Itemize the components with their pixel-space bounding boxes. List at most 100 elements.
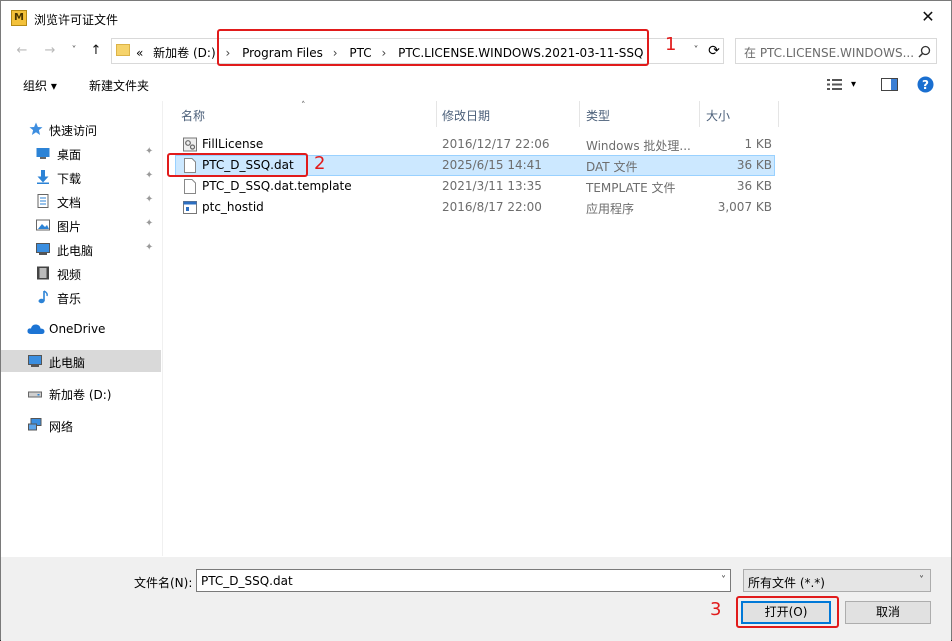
pin-icon: ✦ [145,194,154,205]
view-options-icon[interactable] [827,78,843,91]
pin-icon: ✦ [145,170,154,181]
sidebar-item-videos[interactable]: 视频 [1,262,161,284]
column-divider[interactable] [699,101,700,127]
cancel-button[interactable]: 取消 [845,601,931,624]
folder-icon [116,44,130,56]
sidebar-item-this-pc[interactable]: 此电脑 [1,350,161,372]
annotation-number-3: 3 [710,599,722,620]
network-icon [28,418,42,431]
file-size: 3,007 KB [717,200,772,214]
sidebar-item-documents[interactable]: 文档 ✦ [1,190,161,212]
file-modified: 2016/8/17 22:00 [442,200,542,214]
new-folder-button[interactable]: 新建文件夹 [89,77,149,94]
back-button[interactable]: ← [13,42,31,60]
view-options-dropdown[interactable]: ▾ [851,79,856,90]
cloud-icon [27,324,45,334]
file-type: DAT 文件 [586,160,638,174]
column-header-size[interactable]: 大小 [706,107,730,124]
filename-label: 文件名(N): [134,576,193,590]
annotation-number-1: 1 [665,34,677,55]
recent-locations-button[interactable]: ˅ [65,42,83,60]
batch-file-icon [183,137,197,152]
file-size: 36 KB [736,158,772,172]
forward-button[interactable]: → [41,42,59,60]
sort-indicator-icon: ˄ [301,101,306,111]
breadcrumb-overflow[interactable]: « [136,46,143,60]
file-modified: 2016/12/17 22:06 [442,137,550,151]
filetype-value: 所有文件 (*.*) [748,576,825,590]
sidebar-item-label: 下载 [57,172,82,186]
sidebar-item-music[interactable]: 音乐 [1,286,161,308]
sidebar-item-quick-access[interactable]: 快速访问 [1,118,161,140]
sidebar-item-label: 桌面 [57,148,82,162]
file-name: ptc_hostid [202,200,264,214]
window-title: 浏览许可证文件 [34,13,119,27]
refresh-button[interactable]: ⟳ [705,42,723,60]
sidebar-item-onedrive[interactable]: OneDrive [1,318,161,340]
address-dropdown-button[interactable]: ˅ [689,42,703,60]
column-divider[interactable] [436,101,437,127]
document-icon [37,194,49,208]
sidebar-item-pictures[interactable]: 图片 ✦ [1,214,161,236]
file-row-ptc-d-ssq-template[interactable]: PTC_D_SSQ.dat.template 2021/3/11 13:35 T… [175,176,775,197]
file-row-ptc-hostid[interactable]: ptc_hostid 2016/8/17 22:00 应用程序 3,007 KB [175,197,775,218]
file-size: 1 KB [744,137,772,151]
sidebar-item-label: 此电脑 [57,244,94,258]
filename-input[interactable]: PTC_D_SSQ.dat ˅ [196,569,731,592]
computer-icon [28,355,42,367]
annotation-box-1 [217,29,649,66]
annotation-number-2: 2 [314,153,326,174]
preview-pane-icon[interactable] [881,78,898,91]
search-icon [918,45,931,58]
sidebar-item-label: 图片 [57,220,82,234]
sidebar-item-desktop[interactable]: 桌面 ✦ [1,142,161,164]
column-header-name[interactable]: 名称 [181,107,205,124]
close-button[interactable]: ✕ [905,1,951,33]
sidebar-item-downloads[interactable]: 下载 ✦ [1,166,161,188]
sidebar-item-label: OneDrive [49,322,106,336]
column-header-modified[interactable]: 修改日期 [442,107,490,124]
chevron-down-icon[interactable]: ˅ [721,575,726,586]
app-icon: M [11,10,27,26]
sidebar-item-label: 快速访问 [49,124,98,138]
file-size: 36 KB [736,179,772,193]
help-icon[interactable]: ? [917,76,934,93]
breadcrumb-drive[interactable]: 新加卷 (D:) [153,46,215,60]
application-icon [183,201,197,214]
sidebar-item-label: 此电脑 [49,356,86,370]
annotation-box-2 [167,153,308,177]
filetype-select[interactable]: 所有文件 (*.*) ˅ [743,569,931,592]
column-divider[interactable] [778,101,779,127]
pictures-icon [36,219,50,231]
file-icon [184,179,196,194]
computer-icon [36,243,50,255]
pin-icon: ✦ [145,242,154,253]
music-icon [38,290,48,304]
search-input[interactable]: 在 PTC.LICENSE.WINDOWS... [735,38,937,64]
desktop-icon [36,148,50,159]
sidebar-item-network[interactable]: 网络 [1,414,161,436]
svg-text:?: ? [922,78,929,92]
annotation-box-3 [736,596,839,628]
column-divider[interactable] [579,101,580,127]
up-button[interactable]: ↑ [87,42,105,60]
sidebar-item-this-pc-pinned[interactable]: 此电脑 ✦ [1,238,161,260]
file-type: 应用程序 [586,202,635,216]
toolbar: 组织 ▾ 新建文件夹 ▾ ? [1,69,951,99]
sidebar-item-label: 文档 [57,196,82,210]
file-dialog: M 浏览许可证文件 ✕ ← → ˅ ↑ « 新加卷 (D:) › Program… [0,0,952,641]
sidebar-item-label: 网络 [49,420,74,434]
file-modified: 2021/3/11 13:35 [442,179,542,193]
file-name: PTC_D_SSQ.dat.template [202,179,352,193]
chevron-down-icon: ˅ [919,575,924,586]
star-icon [29,122,43,135]
column-header-type[interactable]: 类型 [586,107,610,124]
drive-icon [28,391,42,398]
navigation-pane: 快速访问 桌面 ✦ 下载 ✦ 文档 ✦ 图片 ✦ 此电脑 ✦ 视频 音乐 One… [1,101,161,556]
file-name: FillLicense [202,137,264,151]
download-icon [37,170,49,184]
sidebar-item-drive-d[interactable]: 新加卷 (D:) [1,382,161,404]
filename-value: PTC_D_SSQ.dat [201,574,293,588]
organize-menu-button[interactable]: 组织 ▾ [23,77,57,94]
file-row-filllicense[interactable]: FillLicense 2016/12/17 22:06 Windows 批处理… [175,134,775,155]
